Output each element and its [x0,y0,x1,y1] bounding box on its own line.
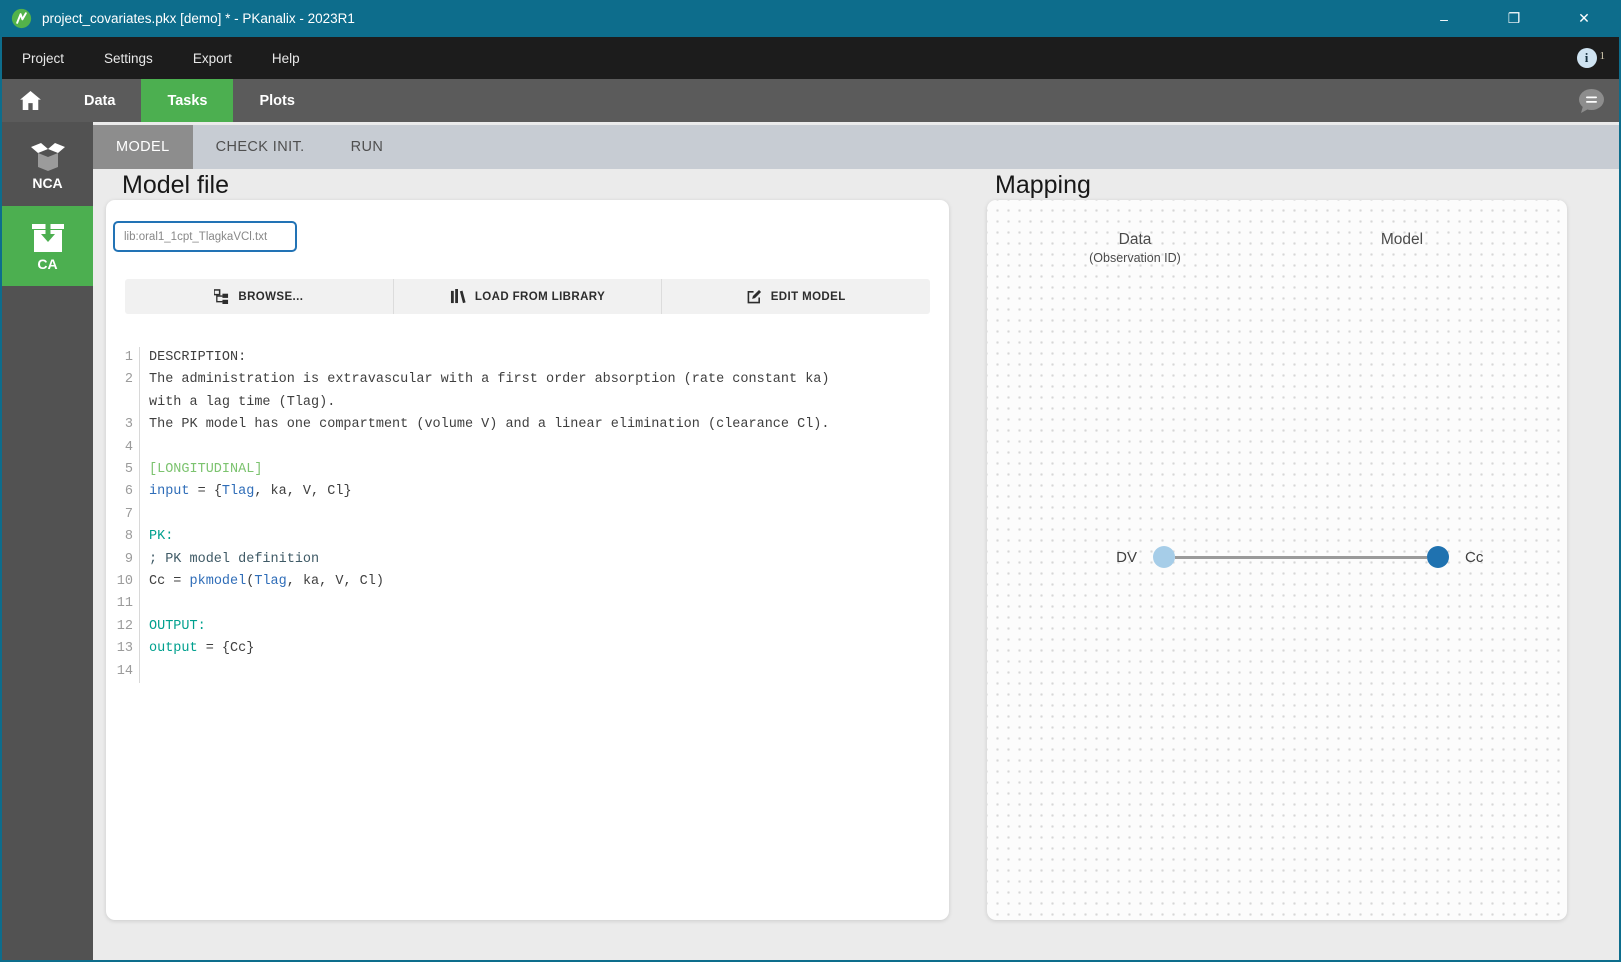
books-icon [450,289,466,304]
code-line: 5 [LONGITUDINAL] [115,459,949,482]
mapping-card: Data (Observation ID) Model DV Cc [987,200,1567,920]
mapping-row: DV Cc [1097,546,1483,568]
mapping-model-handle[interactable] [1427,546,1449,568]
code-line: 2 The administration is extravascular wit… [115,369,949,415]
code-line: 14 [115,660,949,684]
edit-pencil-icon [747,289,761,304]
window-controls: – ❐ ✕ [1409,0,1619,37]
menu-project[interactable]: Project [2,37,84,79]
menu-export[interactable]: Export [173,37,252,79]
mapping-connector-line [1175,555,1427,559]
menubar: Project Settings Export Help i 1 [2,37,1619,79]
sidebar-item-label: NCA [32,175,63,191]
mapping-data-header-sub: (Observation ID) [1089,251,1181,265]
mapping-model-header-label: Model [1380,231,1424,248]
mapping-data-header: Data (Observation ID) [1035,231,1235,265]
edit-model-button-label: EDIT MODEL [770,290,846,303]
titlebar: project_covariates.pkx [demo] * - PKanal… [2,0,1619,37]
code-line: 4 [115,436,949,460]
subtab-run[interactable]: RUN [328,125,407,169]
mapping-data-handle[interactable] [1153,546,1175,568]
code-line: 8 PK: [115,526,949,549]
open-box-icon [30,143,65,171]
app-window: project_covariates.pkx [demo] * - PKanal… [0,0,1621,962]
content: Model file BROWSE... [93,169,1619,960]
main-nav: Data Tasks Plots [2,79,1619,122]
mapping-data-label: DV [1116,548,1137,566]
sidebar-item-nca[interactable]: NCA [2,131,93,201]
info-circle-icon[interactable]: i [1576,48,1597,68]
code-line: 12 OUTPUT: [115,615,949,639]
edit-model-button[interactable]: EDIT MODEL [661,279,930,314]
speech-bubble-icon [1579,88,1604,113]
code-line: 9; PK model definition [115,548,949,572]
maximize-button[interactable]: ❐ [1479,0,1549,37]
model-path-field[interactable] [113,221,297,252]
mapping-data-header-label: Data [1118,231,1152,248]
home-tab[interactable] [2,79,58,122]
code-line: 11 [115,593,949,616]
code-editor[interactable]: 1 DESCRIPTION: 2 The administration is extr… [115,347,949,684]
pkanalix-logo-icon [11,8,32,29]
mapping-column: Mapping Data (Observation ID) Model DV C… [987,169,1567,960]
menu-settings[interactable]: Settings [84,37,173,79]
code-line: 13 output = {Cc} [115,638,949,661]
notification-count: 1 [1599,50,1606,62]
packed-box-icon [31,220,64,252]
browse-button-label: BROWSE... [238,290,304,303]
load-from-library-button[interactable]: LOAD FROM LIBRARY [392,279,662,314]
code-line: 7 [115,503,949,527]
code-line: 3 The PK model has one compartment (volum… [115,414,949,437]
sidebar-item-ca[interactable]: CA [2,206,93,286]
model-file-buttons: BROWSE... LOAD FROM LIBRARY EDIT MODEL [125,279,930,314]
tab-data[interactable]: Data [58,79,141,122]
model-file-column: Model file BROWSE... [106,169,949,960]
tab-plots[interactable]: Plots [233,79,320,122]
home-icon [19,91,41,110]
browse-button[interactable]: BROWSE... [125,279,393,314]
code-line: 1 DESCRIPTION: [115,347,949,370]
comment-button[interactable] [1577,79,1605,122]
mapping-model-header: Model [1302,231,1502,249]
subtab-model[interactable]: MODEL [93,125,193,169]
load-from-library-button-label: LOAD FROM LIBRARY [474,290,606,303]
window-title: project_covariates.pkx [demo] * - PKanal… [42,11,355,26]
notification-area[interactable]: i 1 [1576,48,1606,68]
model-file-card: BROWSE... LOAD FROM LIBRARY [106,200,949,920]
minimize-button[interactable]: – [1409,0,1479,37]
main-area: MODEL CHECK INIT. RUN Model file lib:ora… [93,122,1619,960]
sidebar: NCA CA [2,122,93,960]
subtab-check-init[interactable]: CHECK INIT. [193,125,328,169]
menu-help[interactable]: Help [252,37,320,79]
model-file-heading: Model file [122,171,229,199]
mapping-heading: Mapping [995,171,1091,199]
code-line: 10 Cc = pkmodel(Tlag, ka, V, Cl) [115,571,949,594]
app-body: NCA CA MODEL CHECK INIT. RUN Model file … [2,122,1619,960]
file-tree-icon [214,289,229,304]
sidebar-item-label: CA [37,256,58,272]
task-subtabs: MODEL CHECK INIT. RUN [93,125,1619,169]
code-line: 6 input = {Tlag, ka, V, Cl} [115,481,949,504]
tab-tasks[interactable]: Tasks [141,79,234,122]
mapping-model-label: Cc [1465,548,1484,566]
close-button[interactable]: ✕ [1549,0,1619,37]
